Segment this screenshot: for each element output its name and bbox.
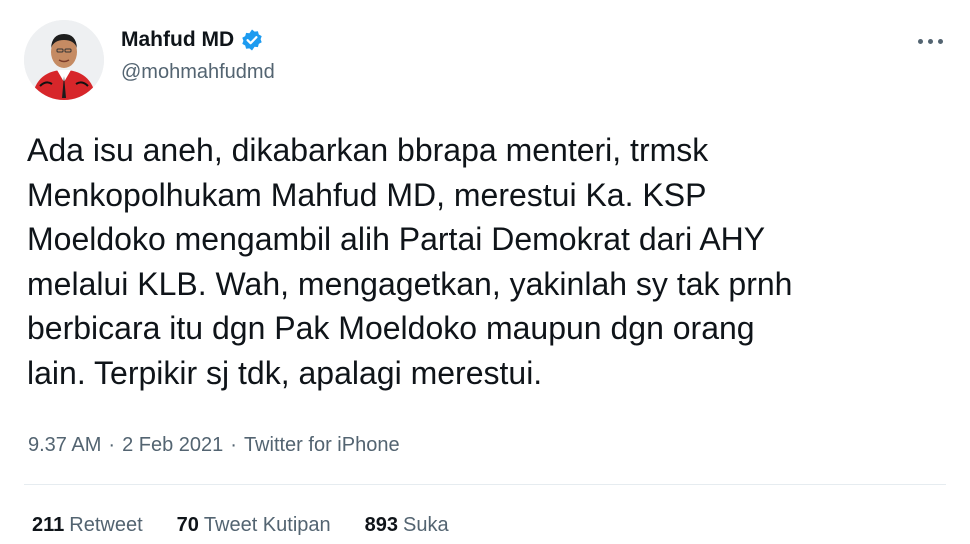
verified-badge-icon xyxy=(240,28,264,52)
like-stat[interactable]: 893 Suka xyxy=(365,514,449,537)
tweet-stats: 211 Retweet 70 Tweet Kutipan 893 Suka xyxy=(32,514,483,537)
quote-tweet-label: Tweet Kutipan xyxy=(203,514,331,536)
quote-tweet-stat[interactable]: 70 Tweet Kutipan xyxy=(177,514,331,537)
tweet-text: Ada isu aneh, dikabarkan bbrapa menteri,… xyxy=(27,132,793,391)
tweet-meta: 9.37 AM · 2 Feb 2021 · Twitter for iPhon… xyxy=(28,434,400,457)
retweet-label: Retweet xyxy=(69,514,143,536)
retweet-count: 211 xyxy=(32,514,65,536)
more-options-icon[interactable] xyxy=(912,28,948,54)
like-count: 893 xyxy=(364,514,399,536)
avatar[interactable] xyxy=(24,20,104,100)
quote-tweet-count: 70 xyxy=(176,514,199,536)
avatar-photo xyxy=(24,20,104,100)
tweet-time[interactable]: 9.37 AM xyxy=(28,434,101,457)
author-handle[interactable]: @mohmahfudmd xyxy=(121,61,275,84)
meta-separator: · xyxy=(230,434,237,456)
tweet-card: Mahfud MD @mohmahfudmd Ada isu aneh, dik… xyxy=(0,0,970,544)
divider xyxy=(24,484,946,485)
meta-separator: · xyxy=(108,434,116,456)
author-name[interactable]: Mahfud MD xyxy=(121,28,234,52)
like-label: Suka xyxy=(403,514,449,536)
tweet-source[interactable]: Twitter for iPhone xyxy=(244,434,400,457)
retweet-stat[interactable]: 211 Retweet xyxy=(32,514,143,537)
author-name-row: Mahfud MD xyxy=(121,28,264,52)
tweet-date[interactable]: 2 Feb 2021 xyxy=(122,434,223,457)
